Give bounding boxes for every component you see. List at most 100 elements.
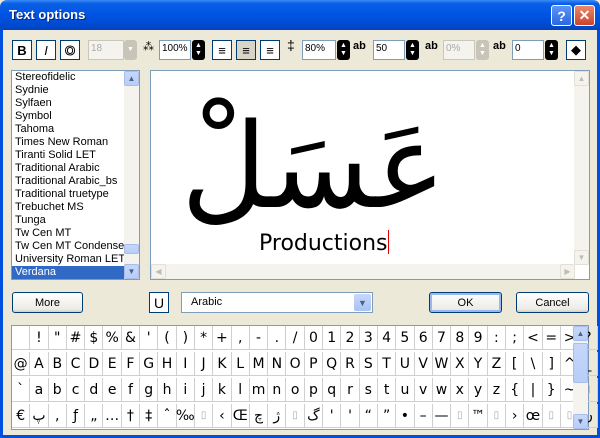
charmap-cell[interactable]: 6: [414, 326, 433, 350]
char-spacing-spinner[interactable]: ▲ ▼: [406, 40, 419, 60]
charmap-cell[interactable]: /: [286, 326, 305, 350]
charmap-cell[interactable]: c: [66, 378, 86, 402]
help-button[interactable]: ?: [551, 5, 572, 26]
charmap-cell[interactable]: V: [414, 352, 433, 376]
charmap-cell[interactable]: g: [140, 378, 159, 402]
charmap-cell[interactable]: k: [213, 378, 232, 402]
charmap-cell[interactable]: ”: [377, 404, 397, 428]
charmap-cell[interactable]: F: [121, 352, 141, 376]
charmap-cell[interactable]: Œ: [231, 404, 250, 428]
charmap-cell[interactable]: ]: [542, 352, 561, 376]
font-list-item[interactable]: Tw Cen MT: [12, 227, 126, 240]
charmap-cell[interactable]: N: [268, 352, 287, 376]
charmap-cell[interactable]: œ: [524, 404, 543, 428]
charmap-cell[interactable]: G: [140, 352, 159, 376]
scroll-down-button[interactable]: ▼: [574, 250, 589, 265]
charmap-cell[interactable]: .: [268, 326, 287, 350]
charmap-cell[interactable]: ': [323, 404, 342, 428]
character-map[interactable]: !"#$%&'()*+,-./0123456789:;<=>?@ABCDEFGH…: [11, 325, 598, 430]
charmap-cell[interactable]: ▯: [286, 404, 305, 428]
charmap-cell[interactable]: h: [158, 378, 177, 402]
charmap-cell[interactable]: Z: [487, 352, 507, 376]
charmap-cell[interactable]: p: [304, 378, 324, 402]
line-spacing-input[interactable]: 80%: [302, 40, 336, 60]
charmap-cell[interactable]: n: [268, 378, 287, 402]
baseline-input[interactable]: 0%: [443, 40, 475, 60]
charmap-cell[interactable]: W: [432, 352, 452, 376]
charmap-cell[interactable]: ': [140, 326, 159, 350]
charmap-cell[interactable]: u: [396, 378, 415, 402]
charmap-cell[interactable]: s: [359, 378, 378, 402]
charmap-cell[interactable]: i: [176, 378, 195, 402]
charmap-cell[interactable]: P: [304, 352, 324, 376]
font-list-item[interactable]: Traditional Arabic_bs: [12, 175, 126, 188]
charmap-cell[interactable]: ‡: [140, 404, 159, 428]
chevron-down-icon[interactable]: ▼: [354, 294, 371, 311]
charmap-cell[interactable]: چ: [249, 404, 269, 428]
charmap-cell[interactable]: -: [249, 326, 269, 350]
charmap-cell[interactable]: ▯: [451, 404, 470, 428]
char-spacing-input[interactable]: 50: [373, 40, 405, 60]
charmap-cell[interactable]: ): [176, 326, 195, 350]
font-list-item[interactable]: Sydnie: [12, 84, 126, 97]
charmap-cell[interactable]: @: [12, 352, 31, 376]
bold-button[interactable]: B: [12, 40, 32, 60]
charmap-cell[interactable]: L: [231, 352, 250, 376]
charmap-cell[interactable]: †: [121, 404, 141, 428]
charmap-cell[interactable]: r: [341, 378, 360, 402]
font-list-item[interactable]: University Roman LET: [12, 253, 126, 266]
ok-button[interactable]: OK: [429, 292, 502, 313]
charmap-cell[interactable]: پ: [30, 404, 49, 428]
charmap-cell[interactable]: $: [85, 326, 104, 350]
charmap-cell[interactable]: —: [432, 404, 452, 428]
charmap-cell[interactable]: C: [66, 352, 86, 376]
charmap-cell[interactable]: O: [286, 352, 305, 376]
charmap-cell[interactable]: b: [48, 378, 67, 402]
charmap-cell[interactable]: w: [432, 378, 452, 402]
charmap-cell[interactable]: ▯: [542, 404, 561, 428]
charmap-cell[interactable]: j: [194, 378, 214, 402]
font-size-dropdown[interactable]: ▼: [124, 40, 137, 60]
font-list-item[interactable]: Traditional truetype: [12, 188, 126, 201]
align-right-button[interactable]: ≡: [260, 40, 280, 60]
charmap-cell[interactable]: `: [12, 378, 31, 402]
charmap-cell[interactable]: U: [396, 352, 415, 376]
charmap-cell[interactable]: K: [213, 352, 232, 376]
charmap-cell[interactable]: e: [103, 378, 122, 402]
charmap-cell[interactable]: {: [506, 378, 525, 402]
baseline-spinner[interactable]: ▲ ▼: [476, 40, 489, 60]
charmap-cell[interactable]: Y: [469, 352, 488, 376]
charmap-cell[interactable]: q: [323, 378, 342, 402]
line-spacing-spinner[interactable]: ▲ ▼: [337, 40, 350, 60]
script-select[interactable]: Arabic ▼: [181, 292, 373, 313]
charmap-cell[interactable]: Q: [323, 352, 342, 376]
charmap-cell[interactable]: S: [359, 352, 378, 376]
align-center-button[interactable]: ≡: [236, 40, 256, 60]
charmap-cell[interactable]: H: [158, 352, 177, 376]
charmap-cell[interactable]: ژ: [268, 404, 287, 428]
charmap-cell[interactable]: T: [377, 352, 397, 376]
charmap-cell[interactable]: z: [487, 378, 507, 402]
charmap-cell[interactable]: ‰: [176, 404, 195, 428]
font-list-item[interactable]: Times New Roman: [12, 136, 126, 149]
charmap-cell[interactable]: #: [66, 326, 86, 350]
font-list-item[interactable]: Traditional Arabic: [12, 162, 126, 175]
charmap-cell[interactable]: ;: [506, 326, 525, 350]
charmap-cell[interactable]: (: [158, 326, 177, 350]
charmap-cell[interactable]: f: [121, 378, 141, 402]
charmap-cell[interactable]: B: [48, 352, 67, 376]
charmap-cell[interactable]: 9: [469, 326, 488, 350]
charmap-cell[interactable]: گ: [304, 404, 324, 428]
close-button[interactable]: ✕: [574, 5, 595, 26]
font-list-item[interactable]: Trebuchet MS: [12, 201, 126, 214]
charmap-cell[interactable]: €: [12, 404, 31, 428]
font-list-item[interactable]: Tw Cen MT Condense: [12, 240, 126, 253]
charmap-cell[interactable]: M: [249, 352, 269, 376]
charmap-cell[interactable]: –: [414, 404, 433, 428]
cancel-button[interactable]: Cancel: [516, 292, 589, 313]
font-size-select[interactable]: 18: [88, 40, 124, 60]
charmap-cell[interactable]: ˆ: [158, 404, 177, 428]
font-list-item[interactable]: Tunga: [12, 214, 126, 227]
font-list-item[interactable]: Sylfaen: [12, 97, 126, 110]
charmap-cell[interactable]: 4: [377, 326, 397, 350]
